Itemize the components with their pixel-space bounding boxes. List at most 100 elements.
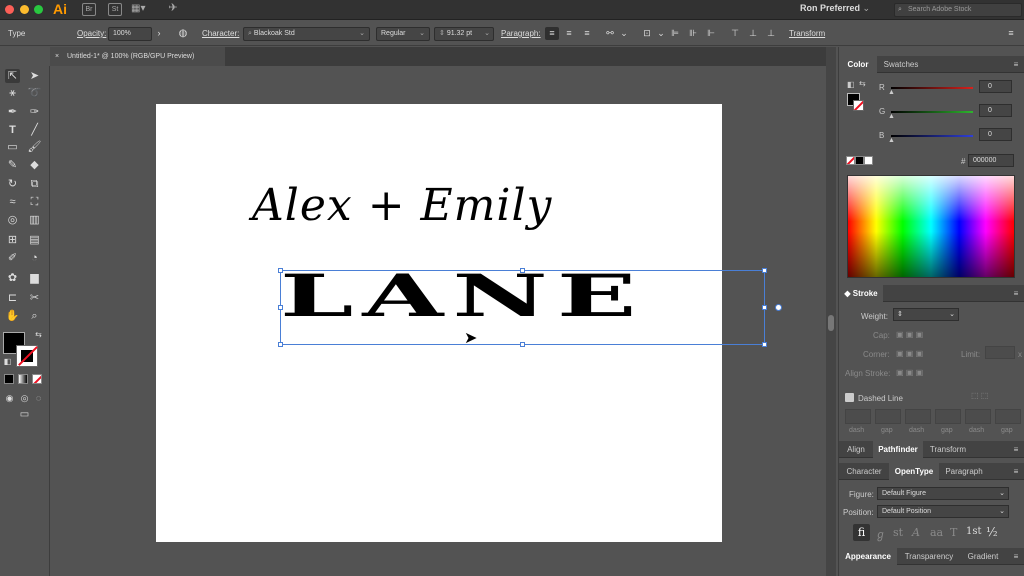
area-type-options-icon[interactable]: ⊡	[640, 27, 654, 40]
opacity-field[interactable]: 100%	[108, 27, 152, 41]
swap-colors-icon[interactable]: ⇆	[859, 79, 866, 88]
scale-tool-icon[interactable]: ⧉	[27, 177, 42, 191]
vertical-scrollbar[interactable]	[826, 47, 836, 576]
eraser-tool-icon[interactable]: ◆	[27, 158, 42, 172]
discretionary-ligatures-button[interactable]: st	[893, 526, 903, 539]
opacity-label[interactable]: Opacity:	[77, 29, 106, 38]
figure-dropdown[interactable]: Default Figure ⌄	[877, 487, 1009, 500]
shaper-tool-icon[interactable]: ✎	[5, 158, 20, 172]
standard-ligatures-button[interactable]: fi	[853, 524, 870, 541]
tab-color[interactable]: Color	[839, 56, 877, 73]
align-bottom-edges-icon[interactable]: ⊥	[764, 27, 778, 40]
paintbrush-tool-icon[interactable]: 🖌	[27, 140, 42, 154]
line-segment-tool-icon[interactable]: ╱	[27, 123, 42, 137]
fractions-button[interactable]: ½	[986, 525, 998, 539]
g-value-field[interactable]: 0	[979, 104, 1012, 117]
align-right-edges-icon[interactable]: ⊩	[704, 27, 718, 40]
hex-value-field[interactable]: 000000	[968, 154, 1014, 167]
column-graph-tool-icon[interactable]: ▆	[27, 271, 42, 285]
tab-character[interactable]: Character	[839, 463, 889, 480]
gpu-performance-icon[interactable]: ✈	[166, 3, 180, 16]
limit-field[interactable]	[985, 346, 1015, 359]
type-options-dropdown-icon[interactable]: ⌄	[617, 27, 631, 40]
selection-handle-br[interactable]	[762, 342, 767, 347]
slice-tool-icon[interactable]: ✂	[27, 291, 42, 305]
position-dropdown[interactable]: Default Position ⌄	[877, 505, 1009, 518]
tab-transparency[interactable]: Transparency	[897, 548, 961, 565]
dashed-line-checkbox[interactable]	[845, 393, 854, 402]
magic-wand-tool-icon[interactable]: ⚹	[5, 86, 20, 100]
dash-align-buttons-icon[interactable]: ⬚ ⬚	[971, 391, 988, 400]
minimize-window-button[interactable]	[20, 5, 29, 14]
font-style-field[interactable]: Regular ⌄	[376, 27, 430, 41]
paragraph-label[interactable]: Paragraph:	[501, 29, 541, 38]
color-spectrum[interactable]	[847, 175, 1015, 278]
script-text-alex-emily[interactable]: Alex + Emily	[252, 180, 582, 231]
search-adobe-stock-input[interactable]: ⌕ Search Adobe Stock	[894, 3, 1022, 17]
tab-stroke[interactable]: ◆ Stroke	[839, 285, 883, 302]
arrange-documents-icon[interactable]: ▦▾	[131, 3, 145, 16]
zoom-window-button[interactable]	[34, 5, 43, 14]
close-window-button[interactable]	[5, 5, 14, 14]
transform-label[interactable]: Transform	[789, 29, 825, 38]
control-bar-menu-icon[interactable]: ≡	[1004, 27, 1018, 40]
eyedropper-tool-icon[interactable]: ✐	[5, 251, 20, 265]
change-screen-mode-icon[interactable]: ▭	[17, 408, 32, 422]
tab-opentype[interactable]: OpenType	[889, 463, 939, 480]
artboard[interactable]: Alex + Emily LANE ➤	[156, 104, 782, 542]
align-right-icon[interactable]: ≡	[580, 27, 594, 40]
align-panel-menu-icon[interactable]: ≡	[1009, 441, 1023, 458]
ordinals-button[interactable]: 1st	[966, 526, 982, 537]
default-fill-stroke-icon[interactable]: ◧	[0, 355, 15, 369]
bridge-icon[interactable]: Br	[82, 3, 96, 16]
gap-field-2[interactable]	[935, 409, 961, 424]
r-value-field[interactable]: 0	[979, 80, 1012, 93]
direct-selection-tool-icon[interactable]: ➤	[27, 69, 42, 83]
color-stroke-swatch[interactable]	[853, 100, 864, 111]
titling-alternates-button[interactable]: T	[950, 526, 957, 539]
dash-field-3[interactable]	[965, 409, 991, 424]
hand-tool-icon[interactable]: ✋	[5, 309, 20, 323]
selection-handle-mr[interactable]	[762, 305, 767, 310]
color-panel-menu-icon[interactable]: ≡	[1009, 56, 1023, 73]
free-transform-tool-icon[interactable]: ⛶	[27, 195, 42, 209]
close-document-icon[interactable]: ×	[55, 47, 59, 66]
g-slider[interactable]	[891, 111, 973, 113]
workspace-switcher[interactable]: Ron Preferred ⌄	[800, 3, 870, 14]
document-tab[interactable]: × Untitled-1* @ 100% (RGB/GPU Preview)	[50, 47, 225, 66]
symbol-sprayer-tool-icon[interactable]: ✿	[5, 271, 20, 285]
tab-align[interactable]: Align	[839, 441, 873, 458]
swap-fill-stroke-icon[interactable]: ⇆	[31, 328, 46, 342]
stroke-panel-menu-icon[interactable]: ≡	[1009, 285, 1023, 302]
align-left-edges-icon[interactable]: ⊫	[668, 27, 682, 40]
type-on-path-icon[interactable]: ⚯	[603, 27, 617, 40]
text-selection-bounding-box[interactable]	[280, 270, 765, 345]
align-center-icon[interactable]: ≡	[562, 27, 576, 40]
stock-icon[interactable]: St	[108, 3, 122, 16]
black-color-swatch[interactable]	[855, 156, 864, 165]
tab-appearance[interactable]: Appearance	[839, 548, 897, 565]
zoom-tool-icon[interactable]: ⌕	[27, 309, 42, 323]
selection-handle-bl[interactable]	[278, 342, 283, 347]
text-overflow-port[interactable]	[775, 304, 782, 311]
stylistic-alternates-button[interactable]: aa	[930, 526, 943, 539]
selection-handle-bm[interactable]	[520, 342, 525, 347]
selection-handle-tl[interactable]	[278, 268, 283, 273]
width-tool-icon[interactable]: ≈	[5, 195, 20, 209]
mesh-tool-icon[interactable]: ⊞	[5, 233, 20, 247]
align-left-icon[interactable]: ≡	[545, 27, 559, 40]
dash-field-2[interactable]	[905, 409, 931, 424]
b-value-field[interactable]: 0	[979, 128, 1012, 141]
color-mode-icon[interactable]	[4, 374, 14, 384]
area-type-dropdown-icon[interactable]: ⌄	[654, 27, 668, 40]
dash-field-1[interactable]	[845, 409, 871, 424]
rotate-tool-icon[interactable]: ↻	[5, 177, 20, 191]
b-slider-thumb-icon[interactable]: ▲	[888, 137, 895, 144]
gradient-tool-icon[interactable]: ▤	[27, 233, 42, 247]
b-slider[interactable]	[891, 135, 973, 137]
pen-tool-icon[interactable]: ✒	[5, 105, 20, 119]
r-slider-thumb-icon[interactable]: ▲	[888, 89, 895, 96]
draw-inside-icon[interactable]: ◌	[31, 391, 46, 405]
cap-buttons-icon[interactable]: ▣ ▣ ▣	[896, 330, 923, 339]
stroke-swatch[interactable]	[16, 345, 38, 367]
